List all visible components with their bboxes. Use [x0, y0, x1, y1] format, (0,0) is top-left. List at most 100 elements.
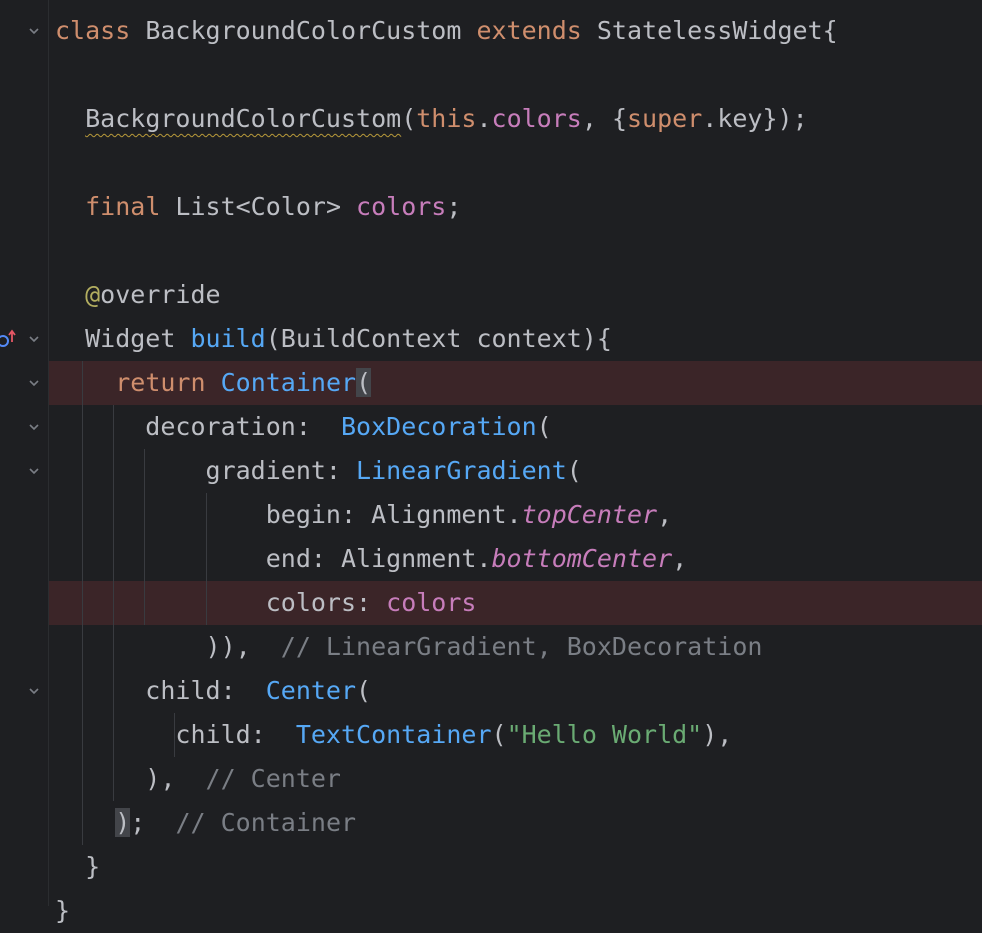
code-line-text: child: Center(	[55, 669, 371, 713]
code-token: (	[491, 720, 507, 749]
code-token: "Hello World"	[506, 720, 703, 749]
code-token: Widget	[55, 324, 191, 353]
code-line[interactable]: class BackgroundColorCustom extends Stat…	[49, 9, 982, 53]
code-line-text: )), // LinearGradient, BoxDecoration	[55, 625, 763, 669]
code-token: .	[476, 104, 492, 133]
code-line[interactable]: colors: colors	[49, 581, 982, 625]
code-token: LinearGradient	[356, 456, 567, 485]
code-token: .key});	[702, 104, 808, 133]
override-gutter-icon[interactable]	[0, 317, 22, 361]
code-token: final	[85, 192, 161, 221]
code-token: colors	[356, 192, 447, 221]
chevron-down-icon[interactable]	[24, 449, 44, 493]
code-token: (BuildContext context){	[265, 324, 612, 353]
code-line-text: child: TextContainer("Hello World"),	[55, 713, 732, 757]
code-line[interactable]: end: Alignment.bottomCenter,	[49, 537, 982, 581]
indent-guide	[206, 493, 207, 625]
code-line[interactable]: child: Center(	[49, 669, 982, 713]
code-line[interactable]: BackgroundColorCustom(this.colors, {supe…	[49, 97, 982, 141]
code-line-text: decoration: BoxDecoration(	[55, 405, 552, 449]
code-line-text: gradient: LinearGradient(	[55, 449, 582, 493]
code-line-text: }	[55, 845, 100, 889]
code-token: build	[190, 324, 266, 353]
code-line-text: }	[55, 889, 70, 933]
code-line[interactable]	[49, 141, 982, 185]
code-token: super	[627, 104, 703, 133]
code-token: ,	[657, 500, 673, 529]
code-line-text: final List<Color> colors;	[55, 185, 461, 229]
chevron-down-icon[interactable]	[24, 405, 44, 449]
code-line-text: end: Alignment.bottomCenter,	[55, 537, 687, 581]
code-line[interactable]: decoration: BoxDecoration(	[49, 405, 982, 449]
code-token: child:	[55, 676, 266, 705]
code-token: List<Color>	[160, 192, 357, 221]
code-line[interactable]: final List<Color> colors;	[49, 185, 982, 229]
code-line[interactable]: return Container(	[49, 361, 982, 405]
code-token: ;	[446, 192, 462, 221]
chevron-down-icon[interactable]	[24, 669, 44, 713]
code-editor[interactable]: class BackgroundColorCustom extends Stat…	[49, 0, 982, 925]
code-line-text: colors: colors	[55, 581, 477, 625]
code-line[interactable]: @override	[49, 273, 982, 317]
code-token: end: Alignment.	[55, 544, 492, 573]
code-token: colors:	[55, 588, 387, 617]
code-line[interactable]: )), // LinearGradient, BoxDecoration	[49, 625, 982, 669]
code-token: ),	[55, 764, 206, 793]
chevron-down-icon[interactable]	[24, 317, 44, 361]
code-token: ),	[702, 720, 733, 749]
code-line-text: ); // Container	[55, 801, 356, 845]
code-token: BackgroundColorCustom	[130, 16, 477, 45]
code-line[interactable]: gradient: LinearGradient(	[49, 449, 982, 493]
indent-guide	[82, 361, 83, 845]
code-token: extends	[476, 16, 582, 45]
code-token: )),	[55, 632, 281, 661]
code-line[interactable]	[49, 53, 982, 97]
code-line-text: return Container(	[55, 361, 372, 405]
indent-guide	[113, 405, 114, 801]
code-token: }	[55, 896, 71, 925]
code-token: ,	[672, 544, 688, 573]
code-token: (	[566, 456, 582, 485]
code-token: decoration:	[55, 412, 341, 441]
code-token: gradient:	[55, 456, 357, 485]
code-token: (	[356, 676, 372, 705]
code-token: Container	[220, 368, 357, 397]
code-token: begin: Alignment.	[55, 500, 522, 529]
code-token: topCenter	[521, 500, 658, 529]
code-line[interactable]: ), // Center	[49, 757, 982, 801]
code-line[interactable]: Widget build(BuildContext context){	[49, 317, 982, 361]
code-token: // Container	[175, 808, 357, 837]
code-token: (	[536, 412, 552, 441]
code-token: BackgroundColorCustom	[85, 104, 402, 133]
code-token: this	[416, 104, 477, 133]
code-token: class	[55, 16, 131, 45]
code-token: Center	[265, 676, 357, 705]
code-token: colors	[491, 104, 582, 133]
code-token: colors	[386, 588, 477, 617]
code-line-text: BackgroundColorCustom(this.colors, {supe…	[55, 97, 808, 141]
code-line[interactable]	[49, 229, 982, 273]
code-token: (	[356, 368, 372, 397]
code-line[interactable]: child: TextContainer("Hello World"),	[49, 713, 982, 757]
code-token: )	[115, 808, 131, 837]
indent-guide	[174, 713, 175, 757]
chevron-down-icon[interactable]	[24, 361, 44, 405]
code-line[interactable]: ); // Container	[49, 801, 982, 845]
code-line[interactable]: }	[49, 845, 982, 889]
code-token: child:	[55, 720, 296, 749]
code-line[interactable]: begin: Alignment.topCenter,	[49, 493, 982, 537]
code-token: bottomCenter	[491, 544, 673, 573]
code-token: StatelessWidget{	[581, 16, 838, 45]
code-token: (	[401, 104, 417, 133]
code-token: return	[115, 368, 206, 397]
code-line-text: ), // Center	[55, 757, 341, 801]
code-line-text: Widget build(BuildContext context){	[55, 317, 612, 361]
chevron-down-icon[interactable]	[24, 9, 44, 53]
code-line[interactable]: }	[49, 889, 982, 933]
